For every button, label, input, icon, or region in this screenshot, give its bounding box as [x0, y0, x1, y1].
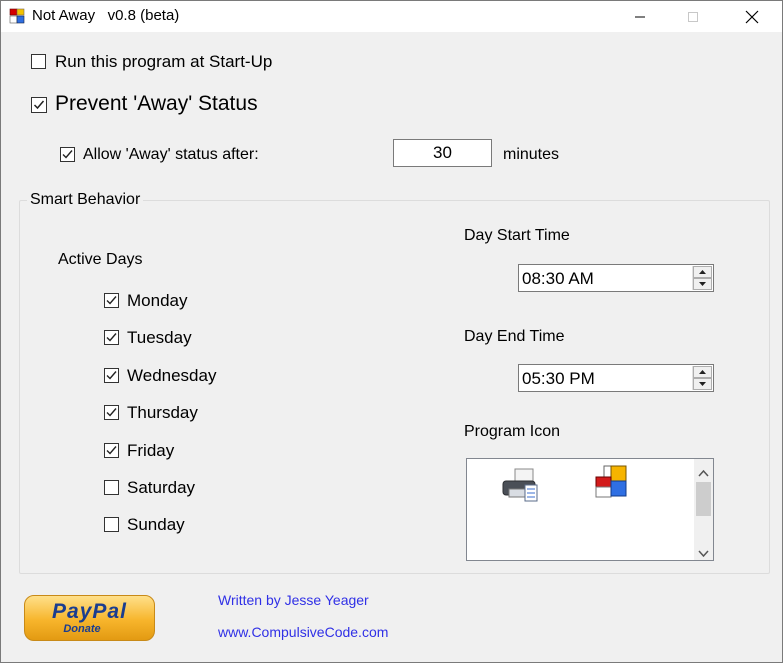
thursday-label[interactable]: Thursday — [127, 403, 198, 423]
window-title: Not Away v0.8 (beta) — [32, 7, 180, 24]
main-window: Not Away v0.8 (beta) Run this program at… — [0, 0, 783, 663]
scroll-down-icon[interactable] — [698, 545, 709, 563]
minutes-label: minutes — [503, 146, 560, 163]
checkmark-icon — [33, 100, 45, 110]
spin-up-button[interactable] — [693, 266, 712, 278]
website-link[interactable]: www.CompulsiveCode.com — [218, 624, 388, 640]
spin-up-button[interactable] — [693, 366, 712, 378]
icon-list-scrollbar[interactable] — [694, 459, 713, 560]
title-bar[interactable]: Not Away v0.8 (beta) — [1, 1, 782, 32]
friday-checkbox[interactable] — [104, 443, 119, 458]
day-end-picker[interactable]: 05:30 PM — [518, 364, 714, 392]
close-icon — [745, 10, 759, 23]
tuesday-label[interactable]: Tuesday — [127, 328, 192, 348]
day-start-spinner[interactable] — [692, 266, 712, 290]
monday-label[interactable]: Monday — [127, 291, 187, 311]
checkmark-icon — [106, 296, 117, 305]
prevent-away-label[interactable]: Prevent 'Away' Status — [55, 92, 258, 116]
friday-label[interactable]: Friday — [127, 441, 174, 461]
sunday-checkbox[interactable] — [104, 517, 119, 532]
color-squares-icon[interactable] — [594, 465, 630, 499]
sunday-label[interactable]: Sunday — [127, 515, 185, 535]
arrow-up-icon — [699, 370, 706, 374]
saturday-checkbox[interactable] — [104, 480, 119, 495]
checkmark-icon — [106, 371, 117, 380]
active-days-label: Active Days — [58, 251, 143, 268]
program-icon-label: Program Icon — [464, 423, 561, 440]
checkmark-icon — [62, 150, 73, 159]
scroll-thumb[interactable] — [696, 482, 711, 516]
smart-behavior-title: Smart Behavior — [27, 191, 144, 209]
program-icon-list[interactable] — [466, 458, 714, 561]
monday-checkbox[interactable] — [104, 293, 119, 308]
paypal-logo: PayPal — [52, 600, 127, 623]
day-start-label: Day Start Time — [464, 227, 570, 244]
wednesday-label[interactable]: Wednesday — [127, 366, 216, 386]
maximize-icon — [688, 11, 698, 22]
minimize-icon — [635, 16, 645, 17]
spin-down-button[interactable] — [693, 278, 712, 290]
arrow-down-icon — [699, 382, 706, 386]
spin-down-button[interactable] — [693, 378, 712, 390]
day-end-label: Day End Time — [464, 328, 565, 345]
paypal-donate-label: Donate — [63, 623, 101, 635]
paypal-donate-button[interactable]: PayPal Donate — [24, 595, 155, 641]
minimize-button[interactable] — [617, 1, 663, 32]
maximize-button[interactable] — [670, 1, 716, 32]
app-icon — [9, 8, 25, 24]
scroll-up-icon[interactable] — [698, 464, 709, 482]
startup-checkbox[interactable] — [31, 54, 46, 69]
startup-label[interactable]: Run this program at Start-Up — [55, 52, 272, 72]
saturday-label[interactable]: Saturday — [127, 478, 195, 498]
checkmark-icon — [106, 333, 117, 342]
day-start-picker[interactable]: 08:30 AM — [518, 264, 714, 292]
wednesday-checkbox[interactable] — [104, 368, 119, 383]
prevent-away-checkbox[interactable] — [31, 97, 47, 113]
allow-away-checkbox[interactable] — [60, 147, 75, 162]
checkmark-icon — [106, 408, 117, 417]
close-button[interactable] — [729, 1, 775, 32]
author-text: Written by Jesse Yeager — [218, 592, 369, 608]
tuesday-checkbox[interactable] — [104, 330, 119, 345]
arrow-up-icon — [699, 270, 706, 274]
day-end-spinner[interactable] — [692, 366, 712, 390]
minutes-input[interactable]: 30 — [393, 139, 492, 167]
checkmark-icon — [106, 446, 117, 455]
day-start-value[interactable]: 08:30 AM — [522, 269, 594, 289]
thursday-checkbox[interactable] — [104, 405, 119, 420]
arrow-down-icon — [699, 282, 706, 286]
allow-away-label[interactable]: Allow 'Away' status after: — [83, 146, 259, 164]
printer-icon[interactable] — [499, 467, 541, 503]
day-end-value[interactable]: 05:30 PM — [522, 369, 595, 389]
